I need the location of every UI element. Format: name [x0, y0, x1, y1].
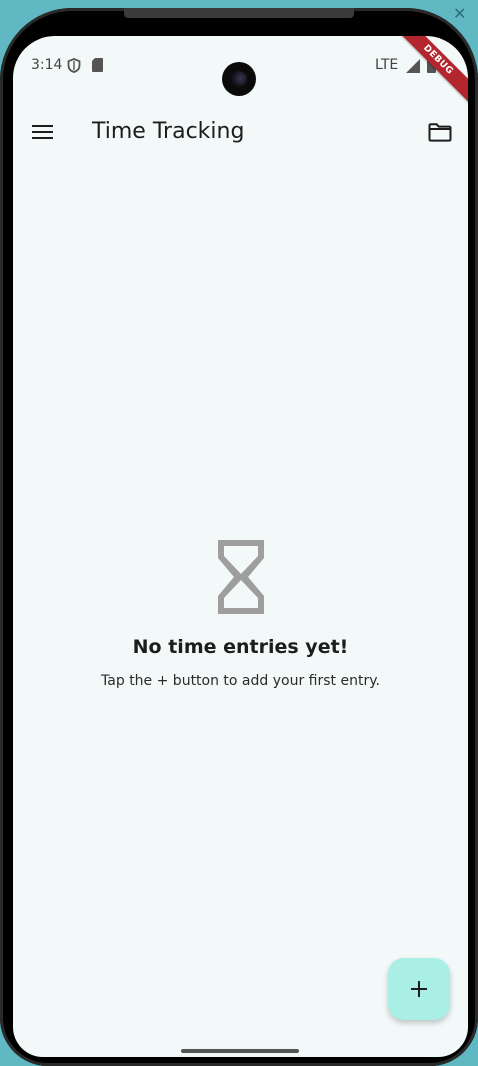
- app-screen: 3:14 LTE DEBUG Time Tracking No time ent…: [13, 36, 468, 1057]
- empty-state-title: No time entries yet!: [132, 636, 349, 658]
- sd-card-icon: [92, 58, 103, 72]
- page-title: Time Tracking: [92, 119, 245, 144]
- phone-frame: 3:14 LTE DEBUG Time Tracking No time ent…: [0, 8, 478, 1066]
- window-close-icon[interactable]: ✕: [453, 6, 469, 22]
- empty-state-subtitle: Tap the + button to add your first entry…: [101, 673, 380, 689]
- status-time: 3:14: [31, 57, 63, 73]
- menu-button[interactable]: [25, 114, 61, 150]
- folder-icon: [428, 122, 452, 142]
- shield-icon: [67, 58, 81, 73]
- home-indicator[interactable]: [181, 1049, 299, 1053]
- empty-state: No time entries yet! Tap the + button to…: [13, 536, 468, 689]
- folder-button[interactable]: [421, 114, 459, 150]
- status-network: LTE: [375, 57, 399, 73]
- hourglass-icon: [217, 540, 264, 614]
- signal-icon: [406, 59, 420, 73]
- status-bar: 3:14 LTE DEBUG: [13, 36, 468, 109]
- add-icon: [411, 981, 427, 997]
- menu-icon: [32, 125, 53, 139]
- add-entry-button[interactable]: [388, 958, 450, 1020]
- app-bar: Time Tracking: [13, 100, 468, 164]
- front-camera: [222, 62, 256, 96]
